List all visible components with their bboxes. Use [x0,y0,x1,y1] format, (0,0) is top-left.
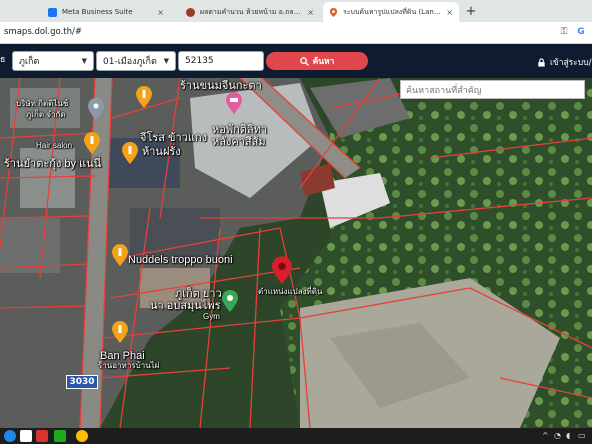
login-button[interactable]: เข้าสู่ระบบ/ล [537,55,592,69]
wifi-icon[interactable]: ◔ [554,431,561,440]
map-label-gym: Gym [203,312,220,321]
address-bar[interactable]: smaps.dol.go.th/# ⚿ G [0,22,592,44]
gym-pin-icon[interactable] [222,290,238,312]
map-label-jeros-2: ห้านฝรั่ง [142,146,181,158]
tab-title: ผลตามคำนวน ห้วยหน้าม อ.ถลาง จ.ภูเก็ต [200,7,302,16]
meta-favicon-icon [48,7,57,17]
restaurant-pin-icon[interactable] [84,132,100,154]
google-icon[interactable]: G [575,26,587,38]
map-label-ban-phai-2: ร้านอาหารบ้านไผ่ [98,361,160,370]
restaurant-pin-icon[interactable] [112,244,128,266]
chevron-up-icon[interactable]: ^ [542,431,549,440]
map-label-phuket-gym[interactable]: ภูเก็ต ยาว [175,288,222,300]
road-number-badge: 3030 [66,375,98,389]
toolbar-edge-label: ัธ [0,55,6,65]
location-favicon-icon [329,7,338,17]
tab-landsmaps[interactable]: ระบบค้นหารูปแปลงที่ดิน (LandsMaps) × [323,2,459,22]
tab-title: Meta Business Suite [62,8,133,16]
tab-close-icon[interactable]: × [446,8,453,17]
district-value: 01-เมืองภูเก็ต [103,57,157,67]
search-button-label: ค้นหา [312,57,335,67]
mail-icon[interactable] [20,430,32,442]
login-label: เข้าสู่ระบบ/ล [550,58,592,68]
volume-icon[interactable]: ◖ [566,431,570,440]
tab-close-icon[interactable]: × [157,8,164,17]
tab-meta-business[interactable]: Meta Business Suite × [42,2,170,22]
map-label-shop[interactable]: ร้านขนมจีนกะตา [180,80,262,92]
battery-icon[interactable]: ▭ [578,431,586,440]
lock-icon [538,57,545,67]
map-label-hair-salon[interactable]: Hair salon [36,141,72,151]
map-label-company[interactable]: บริษัท กิตติไนช์ [16,99,68,109]
chevron-down-icon: ▼ [163,57,169,65]
seal-favicon-icon [186,7,195,17]
tab-close-icon[interactable]: × [307,8,314,17]
map-label-dorm[interactable]: หอพักติลิทา [212,124,267,136]
search-button[interactable]: ค้นหา [266,52,368,70]
map-label-dorm-2: หลังคาสีส้ม [212,136,266,148]
restaurant-pin-icon[interactable] [136,86,152,108]
parcel-location-pin-icon[interactable] [272,256,292,284]
wechat-icon[interactable] [54,430,66,442]
map-label-company-2: ภูเก็ต จำกัด [26,110,66,119]
province-value: ภูเก็ต [19,57,40,67]
salon-pin-icon[interactable] [88,98,104,120]
map-viewport[interactable]: ร้านขนมจีนกะตา บริษัท กิตติไนช์ ภูเก็ต จ… [0,78,592,428]
browser-tab-strip: Meta Business Suite × ผลตามคำนวน ห้วยหน้… [0,0,592,22]
map-label-nuddels[interactable]: Nuddels troppo buoni [128,254,233,266]
taskbar: ^ ◔ ◖ ▭ [0,428,592,444]
search-icon [299,56,309,66]
url-text[interactable]: smaps.dol.go.th/# [4,27,82,37]
district-select[interactable]: 01-เมืองภูเก็ต ▼ [96,51,176,71]
parcel-number-input[interactable]: 52135 [178,51,264,71]
map-label-phuket-gym-2: นา อบสมุนไพร [150,300,221,312]
tab-title: ระบบค้นหารูปแปลงที่ดิน (LandsMaps) [343,7,441,16]
key-icon[interactable]: ⚿ [558,26,570,38]
parcel-number-value: 52135 [185,56,214,66]
restaurant-pin-icon[interactable] [112,321,128,343]
province-select[interactable]: ภูเก็ต ▼ [12,51,94,71]
map-label-jeros[interactable]: จีโรส ข้าวแกง [140,132,207,144]
tab-calculation[interactable]: ผลตามคำนวน ห้วยหน้าม อ.ถลาง จ.ภูเก็ต × [180,2,320,22]
map-label-yaktua[interactable]: ร้านยำตะกุ้ง by แนนี่ [4,158,101,170]
landmark-search-input[interactable] [400,80,585,99]
chevron-down-icon: ▼ [81,57,87,65]
wps-icon[interactable] [36,430,48,442]
map-label-parcel[interactable]: ตำแหน่งแปลงที่ดิน [258,287,322,297]
new-tab-button[interactable]: + [462,2,480,20]
chrome-icon[interactable] [76,430,88,442]
hotel-pin-icon[interactable] [226,92,242,114]
restaurant-pin-icon[interactable] [122,142,138,164]
edge-icon[interactable] [4,430,16,442]
